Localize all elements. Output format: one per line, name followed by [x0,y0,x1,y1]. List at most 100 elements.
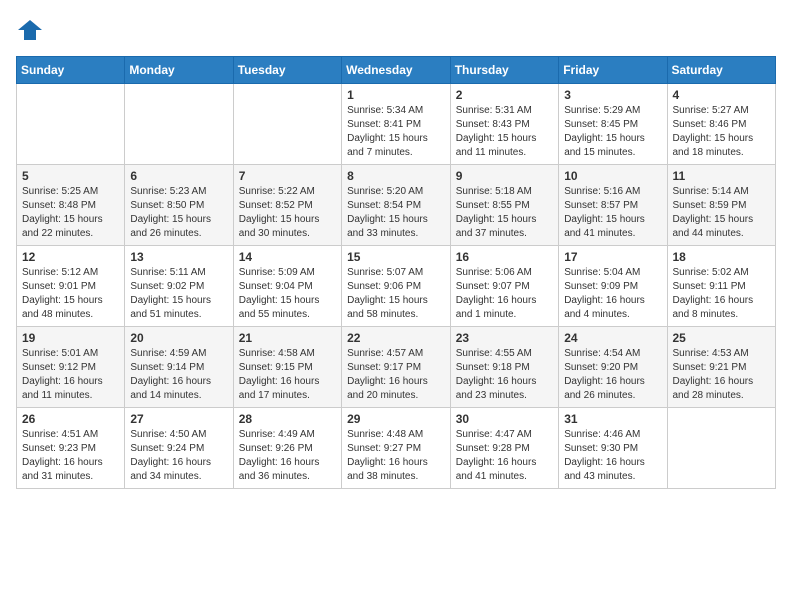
day-number: 8 [347,169,445,183]
day-cell: 28 Sunrise: 4:49 AM Sunset: 9:26 PM Dayli… [233,408,341,489]
day-cell: 9 Sunrise: 5:18 AM Sunset: 8:55 PM Daylig… [450,165,558,246]
logo [16,16,48,44]
day-info: Sunrise: 5:01 AM Sunset: 9:12 PM Dayligh… [22,347,119,403]
day-cell: 31Sunrise: 4:46 AM Sunset: 9:30 PM Dayli… [559,408,667,489]
header-row: SundayMondayTuesdayWednesdayThursdayFrid… [17,57,776,84]
day-cell: 8 Sunrise: 5:20 AM Sunset: 8:54 PM Daylig… [342,165,451,246]
day-info: Sunrise: 5:09 AM Sunset: 9:04 PM Dayligh… [239,266,336,322]
day-cell: 15 Sunrise: 5:07 AM Sunset: 9:06 PM Dayli… [342,246,451,327]
day-cell [667,408,776,489]
day-info: Sunrise: 4:53 AM Sunset: 9:21 PM Dayligh… [673,347,771,403]
day-cell: 26 Sunrise: 4:51 AM Sunset: 9:23 PM Dayli… [17,408,125,489]
day-cell: 5Sunrise: 5:25 AM Sunset: 8:48 PM Daylig… [17,165,125,246]
day-number: 25 [673,331,771,345]
day-info: Sunrise: 5:31 AM Sunset: 8:43 PM Dayligh… [456,104,553,160]
day-number: 29 [347,412,445,426]
day-info: Sunrise: 5:23 AM Sunset: 8:50 PM Dayligh… [130,185,227,241]
day-info: Sunrise: 5:16 AM Sunset: 8:57 PM Dayligh… [564,185,661,241]
day-cell [125,84,233,165]
day-info: Sunrise: 5:07 AM Sunset: 9:06 PM Dayligh… [347,266,445,322]
page-header [16,16,776,44]
day-cell: 10 Sunrise: 5:16 AM Sunset: 8:57 PM Dayli… [559,165,667,246]
day-number: 12 [22,250,119,264]
day-number: 14 [239,250,336,264]
day-number: 3 [564,88,661,102]
day-number: 10 [564,169,661,183]
day-cell: 17 Sunrise: 5:04 AM Sunset: 9:09 PM Dayli… [559,246,667,327]
day-number: 26 [22,412,119,426]
day-number: 17 [564,250,661,264]
day-cell: 16Sunrise: 5:06 AM Sunset: 9:07 PM Dayli… [450,246,558,327]
day-info: Sunrise: 4:57 AM Sunset: 9:17 PM Dayligh… [347,347,445,403]
day-info: Sunrise: 4:49 AM Sunset: 9:26 PM Dayligh… [239,428,336,484]
day-info: Sunrise: 4:48 AM Sunset: 9:27 PM Dayligh… [347,428,445,484]
day-info: Sunrise: 5:29 AM Sunset: 8:45 PM Dayligh… [564,104,661,160]
day-cell: 27 Sunrise: 4:50 AM Sunset: 9:24 PM Dayli… [125,408,233,489]
day-info: Sunrise: 4:55 AM Sunset: 9:18 PM Dayligh… [456,347,553,403]
week-row-3: 12 Sunrise: 5:12 AM Sunset: 9:01 PM Dayli… [17,246,776,327]
day-cell: 24 Sunrise: 4:54 AM Sunset: 9:20 PM Dayli… [559,327,667,408]
header-cell-wednesday: Wednesday [342,57,451,84]
day-cell: 25 Sunrise: 4:53 AM Sunset: 9:21 PM Dayli… [667,327,776,408]
day-cell: 1Sunrise: 5:34 AM Sunset: 8:41 PM Daylig… [342,84,451,165]
day-cell: 12 Sunrise: 5:12 AM Sunset: 9:01 PM Dayli… [17,246,125,327]
header-cell-friday: Friday [559,57,667,84]
day-info: Sunrise: 5:11 AM Sunset: 9:02 PM Dayligh… [130,266,227,322]
day-info: Sunrise: 5:02 AM Sunset: 9:11 PM Dayligh… [673,266,771,322]
day-cell: 21 Sunrise: 4:58 AM Sunset: 9:15 PM Dayli… [233,327,341,408]
day-number: 7 [239,169,336,183]
day-cell: 29 Sunrise: 4:48 AM Sunset: 9:27 PM Dayli… [342,408,451,489]
day-cell: 23 Sunrise: 4:55 AM Sunset: 9:18 PM Dayli… [450,327,558,408]
header-cell-saturday: Saturday [667,57,776,84]
day-info: Sunrise: 5:22 AM Sunset: 8:52 PM Dayligh… [239,185,336,241]
day-info: Sunrise: 4:58 AM Sunset: 9:15 PM Dayligh… [239,347,336,403]
day-number: 21 [239,331,336,345]
day-cell: 13 Sunrise: 5:11 AM Sunset: 9:02 PM Dayli… [125,246,233,327]
day-info: Sunrise: 5:18 AM Sunset: 8:55 PM Dayligh… [456,185,553,241]
day-info: Sunrise: 4:50 AM Sunset: 9:24 PM Dayligh… [130,428,227,484]
day-info: Sunrise: 5:34 AM Sunset: 8:41 PM Dayligh… [347,104,445,160]
day-info: Sunrise: 4:54 AM Sunset: 9:20 PM Dayligh… [564,347,661,403]
day-cell: 20 Sunrise: 4:59 AM Sunset: 9:14 PM Dayli… [125,327,233,408]
day-number: 24 [564,331,661,345]
day-number: 27 [130,412,227,426]
calendar-body: 1Sunrise: 5:34 AM Sunset: 8:41 PM Daylig… [17,84,776,489]
day-number: 23 [456,331,553,345]
week-row-4: 19 Sunrise: 5:01 AM Sunset: 9:12 PM Dayli… [17,327,776,408]
day-info: Sunrise: 4:47 AM Sunset: 9:28 PM Dayligh… [456,428,553,484]
day-cell: 6Sunrise: 5:23 AM Sunset: 8:50 PM Daylig… [125,165,233,246]
day-number: 4 [673,88,771,102]
day-number: 28 [239,412,336,426]
week-row-2: 5Sunrise: 5:25 AM Sunset: 8:48 PM Daylig… [17,165,776,246]
calendar-table: SundayMondayTuesdayWednesdayThursdayFrid… [16,56,776,489]
day-cell: 18 Sunrise: 5:02 AM Sunset: 9:11 PM Dayli… [667,246,776,327]
day-cell: 3 Sunrise: 5:29 AM Sunset: 8:45 PM Daylig… [559,84,667,165]
day-number: 19 [22,331,119,345]
day-number: 20 [130,331,227,345]
header-cell-monday: Monday [125,57,233,84]
day-number: 2 [456,88,553,102]
day-info: Sunrise: 5:20 AM Sunset: 8:54 PM Dayligh… [347,185,445,241]
day-number: 9 [456,169,553,183]
day-cell: 14 Sunrise: 5:09 AM Sunset: 9:04 PM Dayli… [233,246,341,327]
header-cell-thursday: Thursday [450,57,558,84]
header-cell-tuesday: Tuesday [233,57,341,84]
day-info: Sunrise: 4:46 AM Sunset: 9:30 PM Dayligh… [564,428,661,484]
day-info: Sunrise: 5:12 AM Sunset: 9:01 PM Dayligh… [22,266,119,322]
day-number: 30 [456,412,553,426]
week-row-5: 26 Sunrise: 4:51 AM Sunset: 9:23 PM Dayli… [17,408,776,489]
day-number: 11 [673,169,771,183]
day-cell: 11Sunrise: 5:14 AM Sunset: 8:59 PM Dayli… [667,165,776,246]
day-number: 15 [347,250,445,264]
day-cell: 30 Sunrise: 4:47 AM Sunset: 9:28 PM Dayli… [450,408,558,489]
day-cell: 22 Sunrise: 4:57 AM Sunset: 9:17 PM Dayli… [342,327,451,408]
day-number: 16 [456,250,553,264]
day-number: 18 [673,250,771,264]
day-info: Sunrise: 5:27 AM Sunset: 8:46 PM Dayligh… [673,104,771,160]
day-number: 22 [347,331,445,345]
calendar-header: SundayMondayTuesdayWednesdayThursdayFrid… [17,57,776,84]
day-info: Sunrise: 4:59 AM Sunset: 9:14 PM Dayligh… [130,347,227,403]
day-number: 13 [130,250,227,264]
day-info: Sunrise: 4:51 AM Sunset: 9:23 PM Dayligh… [22,428,119,484]
day-info: Sunrise: 5:04 AM Sunset: 9:09 PM Dayligh… [564,266,661,322]
